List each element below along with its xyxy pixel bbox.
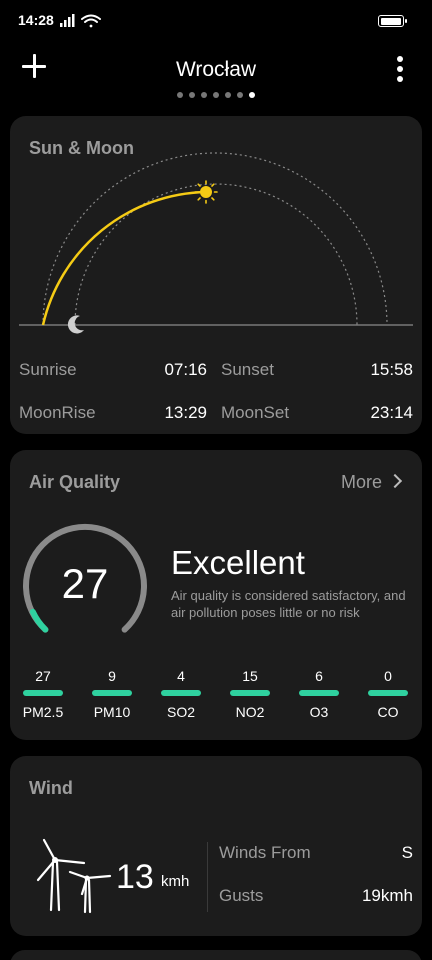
air-quality-status: Excellent <box>171 544 305 581</box>
pollutant-name: SO2 <box>166 704 195 720</box>
pollutant-name: NO2 <box>235 704 265 720</box>
signal-icon <box>60 14 75 27</box>
more-options-icon[interactable] <box>396 56 404 82</box>
pollutant-name: CO <box>377 704 399 720</box>
page-indicator <box>0 92 432 98</box>
sunrise-label: Sunrise <box>19 360 77 379</box>
pollutant-name: O3 <box>309 704 329 720</box>
moon-path-dashed <box>74 183 358 326</box>
pollutant-name: PM10 <box>93 704 131 720</box>
wind-divider <box>207 842 208 912</box>
moonset-time: 23:14 <box>370 403 413 422</box>
moonrise-label: MoonRise <box>19 403 96 422</box>
air-quality-description: Air quality is considered satisfactory, … <box>171 588 406 620</box>
pollutant-value: 6 <box>315 668 323 684</box>
page-dot <box>189 92 195 98</box>
header: Wrocław <box>0 48 432 108</box>
wind-speed: 13 <box>116 858 154 896</box>
pollutant-value: 0 <box>384 668 392 684</box>
sun-moon-arc <box>19 152 413 334</box>
page-dot <box>237 92 243 98</box>
pollutant-pm10: 9 PM10 <box>82 668 142 720</box>
pollutant-bar <box>161 690 201 696</box>
pollutant-pm25: 27 PM2.5 <box>13 668 73 720</box>
wind-speed-unit: kmh <box>161 873 190 890</box>
battery-icon <box>378 15 407 27</box>
signal-wifi-icons <box>60 14 101 28</box>
moonset-label: MoonSet <box>221 403 290 422</box>
gusts-value: 19kmh <box>361 886 413 905</box>
pollutant-no2: 15 NO2 <box>220 668 280 720</box>
winds-from-value: S <box>401 843 413 862</box>
air-quality-index: 27 <box>61 560 109 607</box>
pollutant-o3: 6 O3 <box>289 668 349 720</box>
wifi-icon <box>81 14 101 28</box>
wind-title: Wind <box>29 778 73 798</box>
pollutant-so2: 4 SO2 <box>151 668 211 720</box>
pollutant-bar <box>368 690 408 696</box>
sun-path-dashed <box>42 152 388 326</box>
pollutant-value: 27 <box>35 668 51 684</box>
chevron-right-icon[interactable] <box>387 473 403 489</box>
moonrise-time: 13:29 <box>164 403 207 422</box>
page-dot <box>201 92 207 98</box>
pollutant-value: 9 <box>108 668 116 684</box>
status-bar: 14:28 <box>0 0 432 40</box>
page-dot <box>225 92 231 98</box>
sun-moon-card: Sun & Moon Sunrise 07:16 Sunset 15:58 Mo… <box>10 116 422 434</box>
city-name: Wrocław <box>175 58 257 81</box>
sun-progress-arc <box>41 190 207 326</box>
pollutant-bar <box>299 690 339 696</box>
wind-turbine-icon <box>36 838 112 914</box>
wind-card: Wind 13 kmh Winds From S Gusts 19kmh <box>10 756 422 936</box>
air-quality-more-link[interactable]: More <box>341 472 382 493</box>
status-time: 14:28 <box>18 12 54 28</box>
air-quality-card: Air Quality More 27 Excellent Air qualit… <box>10 450 422 740</box>
sunset-label: Sunset <box>221 360 274 379</box>
page-dot <box>213 92 219 98</box>
pollutant-co: 0 CO <box>358 668 418 720</box>
pollutant-bar <box>92 690 132 696</box>
pollutant-bar <box>23 690 63 696</box>
air-quality-title: Air Quality <box>29 472 121 492</box>
sunrise-time: 07:16 <box>164 360 207 379</box>
pollutant-value: 4 <box>177 668 185 684</box>
next-card-partial <box>10 950 422 960</box>
pollutant-value: 15 <box>242 668 258 684</box>
gusts-label: Gusts <box>219 886 264 905</box>
sunset-time: 15:58 <box>370 360 413 379</box>
page-dot-active <box>249 92 255 98</box>
winds-from-label: Winds From <box>219 843 311 862</box>
pollutant-name: PM2.5 <box>22 704 64 720</box>
gauge-progress <box>29 608 49 633</box>
pollutant-bar <box>230 690 270 696</box>
page-dot <box>177 92 183 98</box>
